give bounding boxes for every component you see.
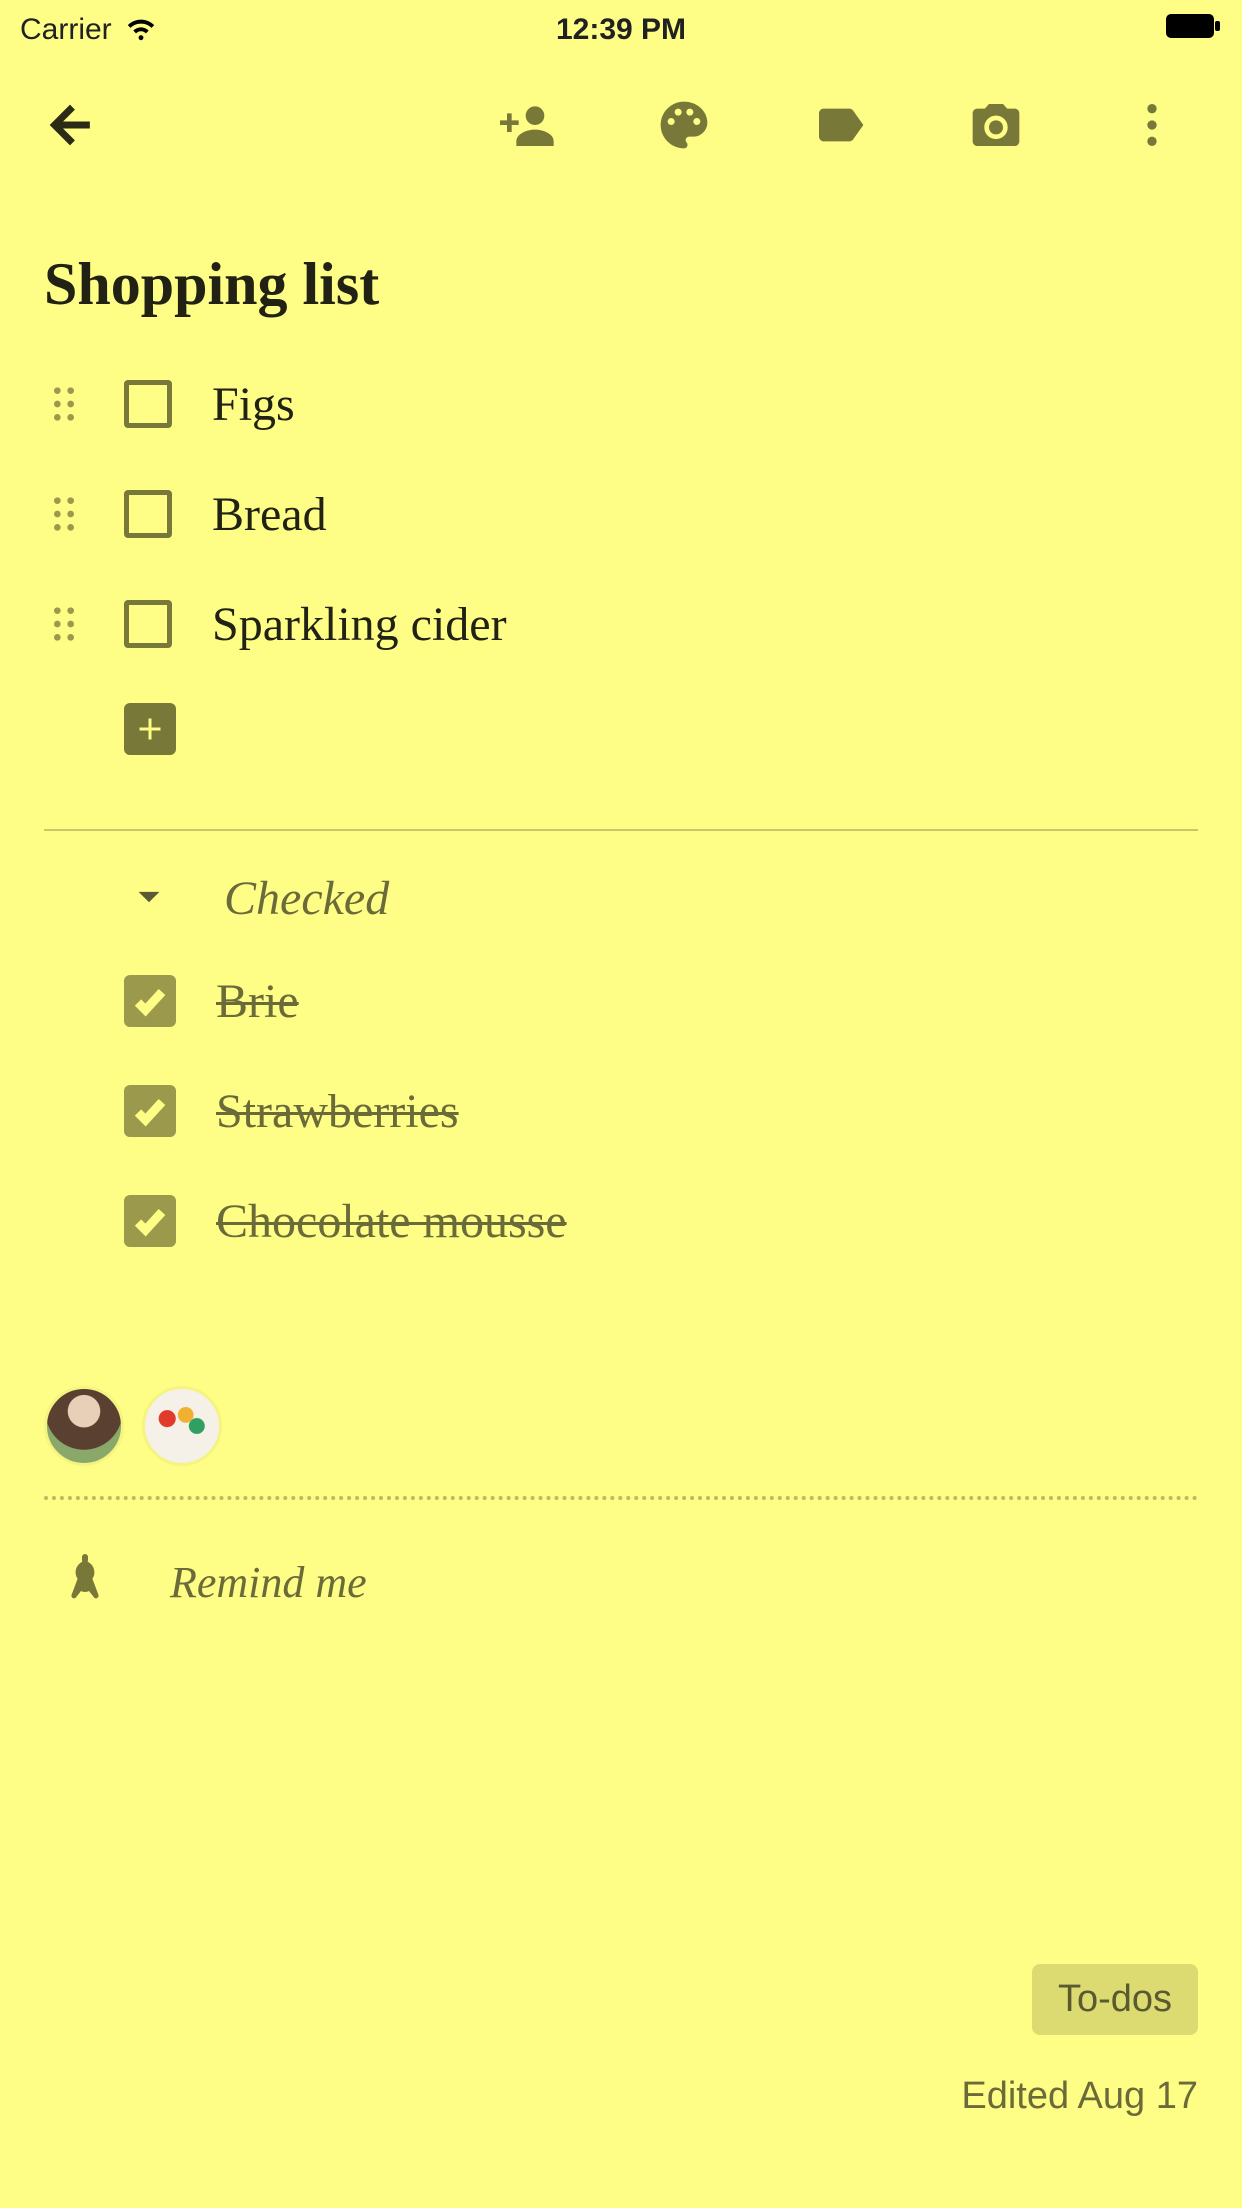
checkbox-checked[interactable] bbox=[124, 1085, 176, 1137]
toolbar bbox=[0, 60, 1242, 190]
battery-icon bbox=[1166, 12, 1222, 48]
chevron-down-icon bbox=[124, 871, 174, 926]
status-left: Carrier bbox=[20, 9, 158, 51]
checklist-checked: Brie Strawberries Chocolate mousse bbox=[0, 936, 1242, 1276]
remind-me-button[interactable]: Remind me bbox=[0, 1500, 1242, 1615]
back-button[interactable] bbox=[40, 95, 100, 155]
add-collaborator-button[interactable] bbox=[498, 95, 558, 155]
checkbox-checked[interactable] bbox=[124, 1195, 176, 1247]
collaborator-avatar[interactable] bbox=[44, 1386, 124, 1466]
checkbox-unchecked[interactable] bbox=[124, 490, 172, 538]
color-palette-button[interactable] bbox=[654, 95, 714, 155]
checklist-item[interactable]: Sparkling cider bbox=[44, 569, 1198, 679]
collaborators bbox=[0, 1276, 1242, 1496]
checklist-item[interactable]: Bread bbox=[44, 459, 1198, 569]
note-footer: To-dos Edited Aug 17 bbox=[961, 1964, 1198, 2118]
label-button[interactable] bbox=[810, 95, 870, 155]
more-menu-button[interactable] bbox=[1122, 95, 1182, 155]
checkbox-unchecked[interactable] bbox=[124, 600, 172, 648]
note-title[interactable]: Shopping list bbox=[0, 190, 1242, 329]
wifi-icon bbox=[124, 9, 158, 51]
note-tag-chip[interactable]: To-dos bbox=[1032, 1964, 1198, 2035]
drag-handle-icon[interactable] bbox=[44, 494, 84, 534]
carrier-label: Carrier bbox=[20, 13, 112, 47]
camera-button[interactable] bbox=[966, 95, 1026, 155]
checklist-item-checked[interactable]: Chocolate mousse bbox=[124, 1166, 1198, 1276]
status-bar: Carrier 12:39 PM bbox=[0, 0, 1242, 60]
checked-section-toggle[interactable]: Checked bbox=[0, 831, 1242, 936]
drag-handle-icon[interactable] bbox=[44, 384, 84, 424]
status-right bbox=[1166, 12, 1222, 48]
checked-section-label: Checked bbox=[224, 871, 389, 926]
checklist-item-text[interactable]: Chocolate mousse bbox=[216, 1194, 567, 1249]
remind-me-label: Remind me bbox=[170, 1557, 367, 1608]
checklist-item-text[interactable]: Sparkling cider bbox=[212, 597, 507, 652]
add-item-button[interactable] bbox=[124, 703, 176, 755]
checkbox-unchecked[interactable] bbox=[124, 380, 172, 428]
checklist-item-text[interactable]: Strawberries bbox=[216, 1084, 459, 1139]
checkbox-checked[interactable] bbox=[124, 975, 176, 1027]
checklist-item-checked[interactable]: Strawberries bbox=[124, 1056, 1198, 1166]
checklist-item[interactable]: Figs bbox=[44, 349, 1198, 459]
checklist-item-text[interactable]: Bread bbox=[212, 487, 327, 542]
toolbar-actions bbox=[498, 95, 1182, 155]
add-item-row[interactable] bbox=[44, 679, 1198, 779]
collaborator-avatar[interactable] bbox=[142, 1386, 222, 1466]
checklist-item-text[interactable]: Figs bbox=[212, 377, 295, 432]
checklist-unchecked: Figs Bread Sparkling cider bbox=[0, 329, 1242, 779]
drag-handle-icon[interactable] bbox=[44, 604, 84, 644]
checklist-item-text[interactable]: Brie bbox=[216, 974, 299, 1029]
checklist-item-checked[interactable]: Brie bbox=[124, 946, 1198, 1056]
reminder-icon bbox=[60, 1550, 110, 1615]
edited-timestamp: Edited Aug 17 bbox=[961, 2075, 1198, 2118]
status-time: 12:39 PM bbox=[556, 13, 686, 47]
